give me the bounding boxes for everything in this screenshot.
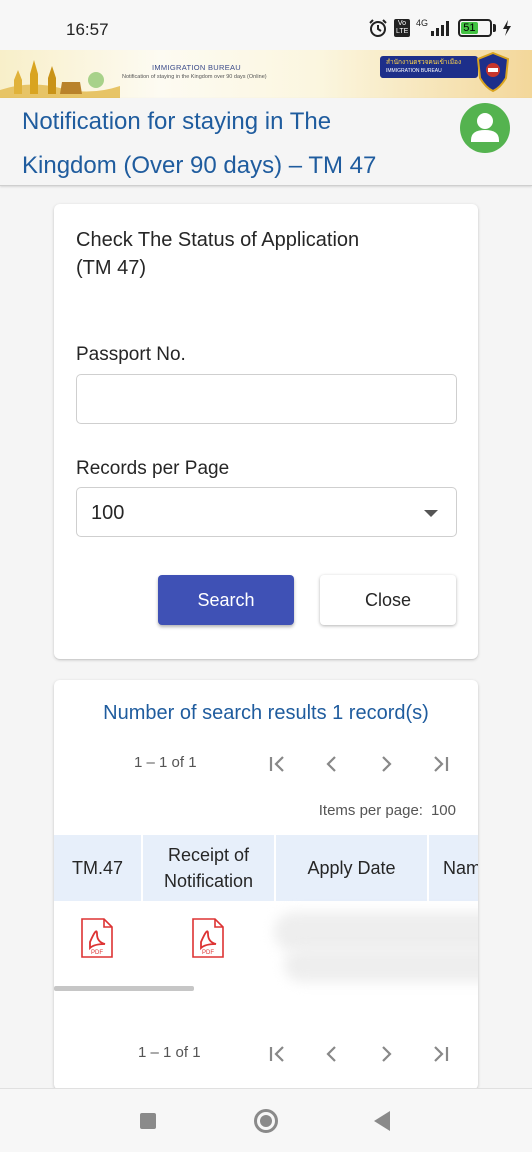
recents-button[interactable] — [140, 1113, 156, 1129]
first-page-icon — [269, 756, 284, 772]
items-per-page: Items per page: 100 — [319, 802, 456, 819]
immigration-banner: IMMIGRATION BUREAU Notification of stayi… — [0, 50, 532, 98]
last-page-button-bottom[interactable] — [426, 1040, 454, 1068]
next-page-button-bottom[interactable] — [372, 1040, 400, 1068]
status-icons: Vo LTE 4G 51 — [368, 18, 512, 38]
back-button[interactable] — [374, 1111, 390, 1131]
page-title-line1: Notification for staying in The — [22, 108, 332, 135]
signal-icon — [431, 21, 449, 36]
first-page-button[interactable] — [264, 750, 292, 778]
status-search-card: Check The Status of Application (TM 47) … — [54, 204, 478, 659]
page-title: Notification for staying in The Kingdom … — [22, 100, 442, 188]
bureau-seal-icon — [476, 52, 510, 92]
results-title: Number of search results 1 record(s) — [103, 702, 429, 724]
tm47-pdf-label: PDF — [91, 950, 103, 956]
battery-level: 51 — [461, 22, 478, 34]
first-page-icon — [269, 1046, 284, 1062]
horizontal-scrollbar[interactable] — [54, 986, 194, 991]
close-button[interactable]: Close — [320, 575, 456, 625]
items-per-page-label: Items per page: — [318, 802, 423, 819]
column-header-receipt[interactable]: Receipt of Notification — [143, 835, 276, 901]
results-table-header: TM.47 Receipt of Notification Apply Date… — [54, 835, 478, 901]
passport-input[interactable] — [76, 374, 457, 424]
page-header: Notification for staying in The Kingdom … — [0, 98, 532, 186]
tm47-pdf-icon[interactable]: PDF — [80, 918, 114, 958]
temple-logo — [0, 60, 120, 98]
column-header-tm47[interactable]: TM.47 — [54, 835, 143, 901]
home-button[interactable] — [254, 1109, 278, 1133]
page-title-line2: Kingdom (Over 90 days) – TM 47 — [22, 152, 377, 179]
records-per-page-select[interactable]: 100 — [76, 487, 457, 537]
alarm-icon — [369, 19, 387, 37]
records-per-page-label: Records per Page — [76, 458, 230, 479]
last-page-icon — [434, 756, 449, 772]
paginator-range-bottom: 1 – 1 of 1 — [138, 1044, 201, 1061]
column-header-apply-date[interactable]: Apply Date — [276, 835, 429, 901]
results-card: Number of search results 1 record(s) 1 –… — [54, 680, 478, 1090]
receipt-pdf-label: PDF — [202, 950, 214, 956]
search-button[interactable]: Search — [158, 575, 294, 625]
thai-badge: สำนักงานตรวจคนเข้าเมือง IMMIGRATION BURE… — [380, 56, 478, 78]
chevron-left-icon — [326, 1046, 336, 1062]
records-per-page-value: 100 — [91, 502, 125, 524]
previous-page-button-bottom[interactable] — [318, 1040, 346, 1068]
network-label: 4G — [415, 18, 428, 28]
chevron-left-icon — [326, 756, 336, 772]
paginator-range: 1 – 1 of 1 — [134, 754, 197, 771]
banner-subtitle: Notification of staying in the Kingdom o… — [122, 74, 267, 80]
thai-bureau-name: สำนักงานตรวจคนเข้าเมือง — [386, 59, 462, 66]
status-time: 16:57 — [66, 20, 109, 39]
receipt-pdf-icon[interactable]: PDF — [191, 918, 225, 958]
form-title: Check The Status of Application (TM 47) — [76, 229, 360, 279]
items-per-page-value[interactable]: 100 — [431, 802, 456, 819]
previous-page-button[interactable] — [318, 750, 346, 778]
banner-bureau: IMMIGRATION BUREAU — [152, 63, 242, 72]
last-page-icon — [434, 1046, 449, 1062]
status-bar: 16:57 Vo LTE 4G 51 — [0, 0, 532, 56]
account-icon — [471, 113, 499, 142]
redacted-apply-date — [274, 912, 478, 952]
next-page-button[interactable] — [372, 750, 400, 778]
chevron-right-icon — [382, 756, 392, 772]
paginator-bottom: 1 – 1 of 1 — [54, 1038, 478, 1068]
last-page-button[interactable] — [426, 750, 454, 778]
passport-label: Passport No. — [76, 344, 186, 365]
column-header-name[interactable]: Nam — [429, 835, 478, 901]
volte-icon: Vo LTE — [393, 19, 410, 37]
dropdown-caret-icon — [424, 510, 438, 517]
battery-tip — [493, 24, 496, 32]
first-page-button-bottom[interactable] — [264, 1040, 292, 1068]
thai-bureau-sub: IMMIGRATION BUREAU — [386, 68, 442, 74]
account-avatar-button[interactable] — [460, 103, 510, 153]
battery-icon: 51 — [458, 19, 492, 37]
redacted-name — [284, 948, 478, 982]
charging-icon — [503, 20, 511, 36]
system-navigation-bar — [0, 1088, 532, 1152]
chevron-right-icon — [382, 1046, 392, 1062]
paginator-top: 1 – 1 of 1 — [54, 748, 478, 778]
